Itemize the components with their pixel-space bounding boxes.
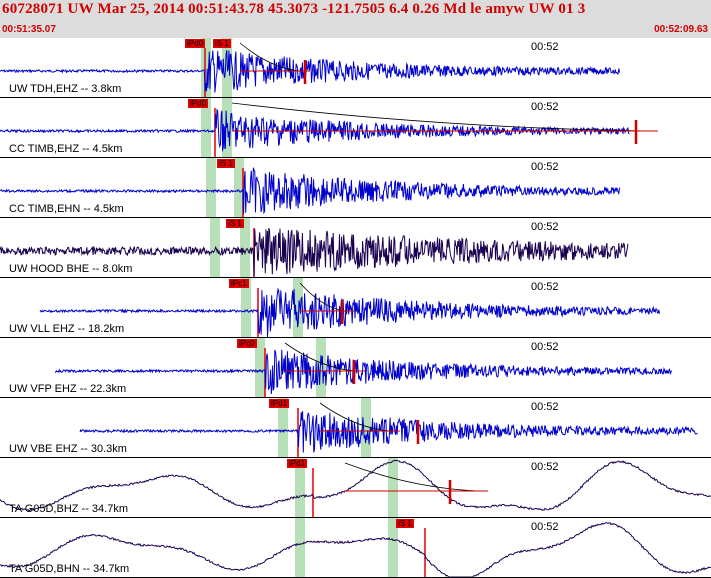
- waveform-trace: [54, 349, 673, 394]
- event-title: 60728071 UW Mar 25, 2014 00:51:43.78 45.…: [2, 1, 586, 17]
- phase-pick-flag[interactable]: iPd0: [185, 39, 206, 48]
- station-channel-label: CC TIMB,EHN -- 4.5km: [9, 203, 124, 215]
- trace-row[interactable]: iS 1 00:52 CC TIMB,EHN -- 4.5km: [0, 158, 711, 218]
- station-channel-label: TA G05D,BHZ -- 34.7km: [9, 503, 128, 515]
- time-start: 00:51:35.07: [2, 24, 56, 35]
- trace-row[interactable]: iPc1 00:52 UW VLL EHZ -- 18.2km: [0, 278, 711, 338]
- minute-mark-label: 00:52: [531, 281, 559, 293]
- phase-window-band: [316, 338, 326, 397]
- phase-pick-flag[interactable]: iS 1: [213, 39, 231, 48]
- station-channel-label: CC TIMB,EHZ -- 4.5km: [9, 143, 123, 155]
- minute-mark-label: 00:52: [531, 341, 559, 353]
- trace-row[interactable]: iPd0 iS 1 00:52 UW TDH,EHZ -- 3.8km: [0, 38, 711, 98]
- station-channel-label: UW VLL EHZ -- 18.2km: [9, 323, 125, 335]
- minute-mark-label: 00:52: [531, 161, 559, 173]
- minute-mark-label: 00:52: [531, 101, 559, 113]
- event-header: 60728071 UW Mar 25, 2014 00:51:43.78 45.…: [0, 0, 711, 38]
- phase-window-band: [206, 158, 216, 217]
- trace-panel: iPd0 iS 1 00:52 UW TDH,EHZ -- 3.8km iPd0 00:5…: [0, 38, 711, 578]
- time-end: 00:52:09.63: [654, 24, 708, 35]
- phase-window-band: [295, 518, 305, 577]
- phase-pick-flag[interactable]: iS 1: [396, 519, 414, 528]
- minute-mark-label: 00:52: [531, 401, 559, 413]
- coda-envelope: [299, 282, 346, 312]
- trace-row[interactable]: iPd0 00:52 CC TIMB,EHZ -- 4.5km: [0, 98, 711, 158]
- phase-pick-flag[interactable]: iS 1: [217, 159, 235, 168]
- station-channel-label: TA G05D,BHN -- 34.7km: [9, 563, 130, 575]
- waveform-trace: [79, 411, 698, 453]
- trace-row[interactable]: iPd1 00:52 UW VBE EHZ -- 30.3km: [0, 398, 711, 458]
- station-channel-label: UW TDH,EHZ -- 3.8km: [9, 83, 122, 95]
- phase-pick-flag[interactable]: iPc0: [237, 339, 257, 348]
- phase-pick-flag[interactable]: iPd1: [269, 399, 290, 408]
- minute-mark-label: 00:52: [531, 521, 559, 533]
- phase-window-band: [388, 458, 398, 517]
- station-channel-label: UW HOOD BHE -- 8.0km: [9, 263, 133, 275]
- minute-mark-label: 00:52: [531, 41, 559, 53]
- station-channel-label: UW VBE EHZ -- 30.3km: [9, 443, 127, 455]
- phase-pick-flag[interactable]: iPd0: [188, 99, 209, 108]
- trace-row[interactable]: iS 1 00:52 UW HOOD BHE -- 8.0km: [0, 218, 711, 278]
- trace-row[interactable]: iPd1 00:52 TA G05D,BHZ -- 34.7km: [0, 458, 711, 518]
- trace-row[interactable]: iPc0 00:52 UW VFP EHZ -- 22.3km: [0, 338, 711, 398]
- minute-mark-label: 00:52: [531, 221, 559, 233]
- phase-pick-flag[interactable]: iPd1: [287, 459, 308, 468]
- waveform-trace: [39, 287, 660, 337]
- minute-mark-label: 00:52: [531, 461, 559, 473]
- trace-row[interactable]: iS 1 00:52 TA G05D,BHN -- 34.7km: [0, 518, 711, 578]
- station-channel-label: UW VFP EHZ -- 22.3km: [9, 383, 127, 395]
- phase-pick-flag[interactable]: iS 1: [226, 219, 244, 228]
- phase-pick-flag[interactable]: iPc1: [229, 279, 249, 288]
